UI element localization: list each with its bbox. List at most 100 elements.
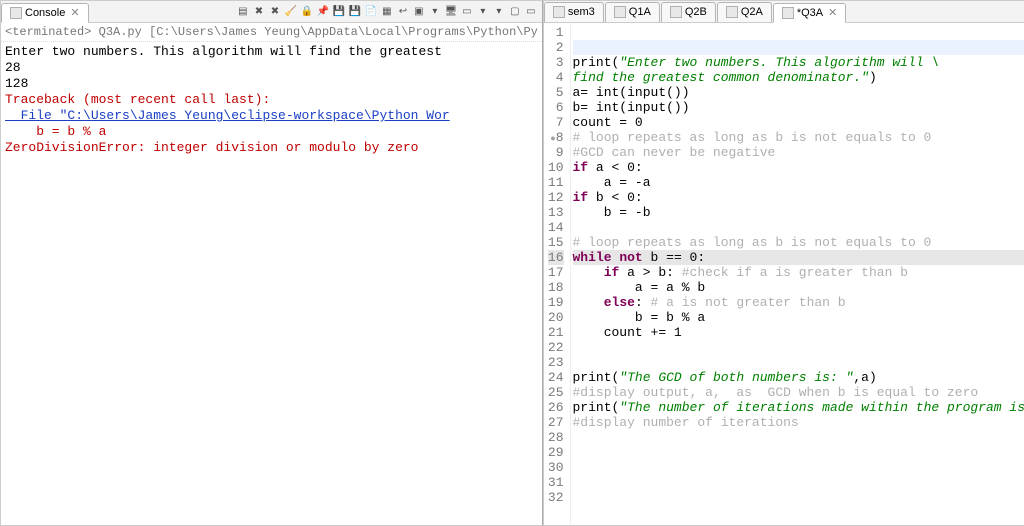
drop-down-icon[interactable]: ▾ xyxy=(428,5,442,19)
token: a = -a xyxy=(573,175,651,190)
drop2-icon[interactable]: ▾ xyxy=(476,5,490,19)
console-output[interactable]: Enter two numbers. This algorithm will f… xyxy=(1,42,542,525)
console-tab[interactable]: Console ✕ xyxy=(1,3,89,23)
code-line[interactable]: b= int(input()) xyxy=(573,100,1024,115)
token: # a is not greater than b xyxy=(651,295,846,310)
save-icon[interactable]: 💾 xyxy=(332,5,346,19)
line-number: 28 xyxy=(548,430,564,445)
wrap-icon[interactable]: ↩ xyxy=(396,5,410,19)
code-line[interactable]: if a > b: #check if a is greater than b xyxy=(573,265,1024,280)
console-pane: Console ✕ ▤✖✖🧹🔒📌💾💾📄▦↩▣▾🖥▭▾▾▢▭ <terminate… xyxy=(0,0,543,526)
code-line[interactable] xyxy=(573,460,1024,475)
code-line[interactable] xyxy=(573,40,1024,55)
select-all-icon[interactable]: ▦ xyxy=(380,5,394,19)
file-icon xyxy=(670,6,682,18)
code-line[interactable] xyxy=(573,490,1024,505)
line-number: 2 xyxy=(548,40,564,55)
code-line[interactable] xyxy=(573,25,1024,40)
token: print xyxy=(573,55,612,70)
code-line[interactable]: b = b % a xyxy=(573,310,1024,325)
token: #GCD can never be negative xyxy=(573,145,776,160)
code-line[interactable]: #display number of iterations xyxy=(573,415,1024,430)
line-number: 32 xyxy=(548,490,564,505)
editor-body[interactable]: 1234567●89101112131415161718192021222324… xyxy=(544,23,1024,525)
code-line[interactable]: a= int(input()) xyxy=(573,85,1024,100)
code-area[interactable]: print("Enter two numbers. This algorithm… xyxy=(571,23,1024,525)
code-line[interactable]: print("The GCD of both numbers is: ",a) xyxy=(573,370,1024,385)
file-icon xyxy=(614,6,626,18)
editor-tab-Q3A[interactable]: *Q3A✕ xyxy=(773,3,847,23)
editor-tab-sem3[interactable]: sem3 xyxy=(544,2,604,22)
token: a > b: xyxy=(619,265,681,280)
token: count = 0 xyxy=(573,115,643,130)
line-number: 7 xyxy=(548,115,564,130)
code-line[interactable] xyxy=(573,475,1024,490)
line-number-gutter: 1234567●89101112131415161718192021222324… xyxy=(544,23,571,525)
code-line[interactable]: count += 1 xyxy=(573,325,1024,340)
save-all-icon[interactable]: 💾 xyxy=(348,5,362,19)
maximize-icon[interactable]: ▢ xyxy=(508,5,522,19)
code-line[interactable]: # loop repeats as long as b is not equal… xyxy=(573,235,1024,250)
code-line[interactable] xyxy=(573,430,1024,445)
code-line[interactable]: find the greatest common denominator.") xyxy=(573,70,1024,85)
code-line[interactable]: else: # a is not greater than b xyxy=(573,295,1024,310)
code-line[interactable]: while not b == 0: xyxy=(573,250,1024,265)
code-line[interactable]: if a < 0: xyxy=(573,160,1024,175)
token: "Enter two numbers. This algorithm will … xyxy=(619,55,939,70)
token: if xyxy=(604,265,620,280)
line-number: 10 xyxy=(548,160,564,175)
list-icon[interactable]: ▤ xyxy=(236,5,250,19)
app-root: Console ✕ ▤✖✖🧹🔒📌💾💾📄▦↩▣▾🖥▭▾▾▢▭ <terminate… xyxy=(0,0,1024,526)
code-line[interactable] xyxy=(573,220,1024,235)
code-line[interactable]: if b < 0: xyxy=(573,190,1024,205)
caret-icon[interactable]: ▾ xyxy=(492,5,506,19)
editor-tab-label: sem3 xyxy=(568,6,595,18)
pin-icon[interactable]: 📌 xyxy=(316,5,330,19)
clear-icon[interactable]: 🧹 xyxy=(284,5,298,19)
code-line[interactable]: a = a % b xyxy=(573,280,1024,295)
monitor-icon[interactable]: 🖥 xyxy=(444,5,458,19)
code-line[interactable]: print("The number of iterations made wit… xyxy=(573,400,1024,415)
code-line[interactable] xyxy=(573,355,1024,370)
line-number: 17 xyxy=(548,265,564,280)
scroll-lock-icon[interactable]: 🔒 xyxy=(300,5,314,19)
code-line[interactable]: a = -a xyxy=(573,175,1024,190)
stop-all-icon[interactable]: ✖ xyxy=(268,5,282,19)
code-line[interactable]: #display output, a, as GCD when b is equ… xyxy=(573,385,1024,400)
console-line: ZeroDivisionError: integer division or m… xyxy=(5,140,538,156)
token: ,a) xyxy=(853,370,876,385)
console-line: Traceback (most recent call last): xyxy=(5,92,538,108)
stop-icon[interactable]: ✖ xyxy=(252,5,266,19)
token: # loop repeats as long as b is not equal… xyxy=(573,130,932,145)
line-number: 22 xyxy=(548,340,564,355)
code-line[interactable]: # loop repeats as long as b is not equal… xyxy=(573,130,1024,145)
code-line[interactable] xyxy=(573,340,1024,355)
token: b= int(input()) xyxy=(573,100,690,115)
line-number: 18 xyxy=(548,280,564,295)
open-console-icon[interactable]: ▣ xyxy=(412,5,426,19)
editor-tab-Q1A[interactable]: Q1A xyxy=(605,2,660,22)
token: count += 1 xyxy=(573,325,682,340)
file-icon xyxy=(782,7,794,19)
code-line[interactable]: print("Enter two numbers. This algorithm… xyxy=(573,55,1024,70)
editor-pane: sem3Q1AQ2BQ2A*Q3A✕ 1234567●8910111213141… xyxy=(543,0,1024,526)
line-number: 20 xyxy=(548,310,564,325)
token: b = -b xyxy=(573,205,651,220)
token: if xyxy=(573,190,589,205)
code-line[interactable] xyxy=(573,445,1024,460)
editor-tab-Q2A[interactable]: Q2A xyxy=(717,2,772,22)
editor-tab-Q2B[interactable]: Q2B xyxy=(661,2,716,22)
console-line[interactable]: File "C:\Users\James Yeung\eclipse-works… xyxy=(5,108,538,124)
console-line: Enter two numbers. This algorithm will f… xyxy=(5,44,538,60)
token: #check if a is greater than b xyxy=(682,265,908,280)
token: print xyxy=(573,370,612,385)
close-icon[interactable]: ✕ xyxy=(828,6,837,19)
close-icon[interactable]: ✕ xyxy=(70,6,79,19)
code-line[interactable]: count = 0 xyxy=(573,115,1024,130)
code-line[interactable]: #GCD can never be negative xyxy=(573,145,1024,160)
editor-tabbar: sem3 Q1AQ2BQ2A*Q3A✕ xyxy=(544,1,1024,23)
copy-icon[interactable]: 📄 xyxy=(364,5,378,19)
minimize-icon[interactable]: ▭ xyxy=(460,5,474,19)
close-view-icon[interactable]: ▭ xyxy=(524,5,538,19)
code-line[interactable]: b = -b xyxy=(573,205,1024,220)
